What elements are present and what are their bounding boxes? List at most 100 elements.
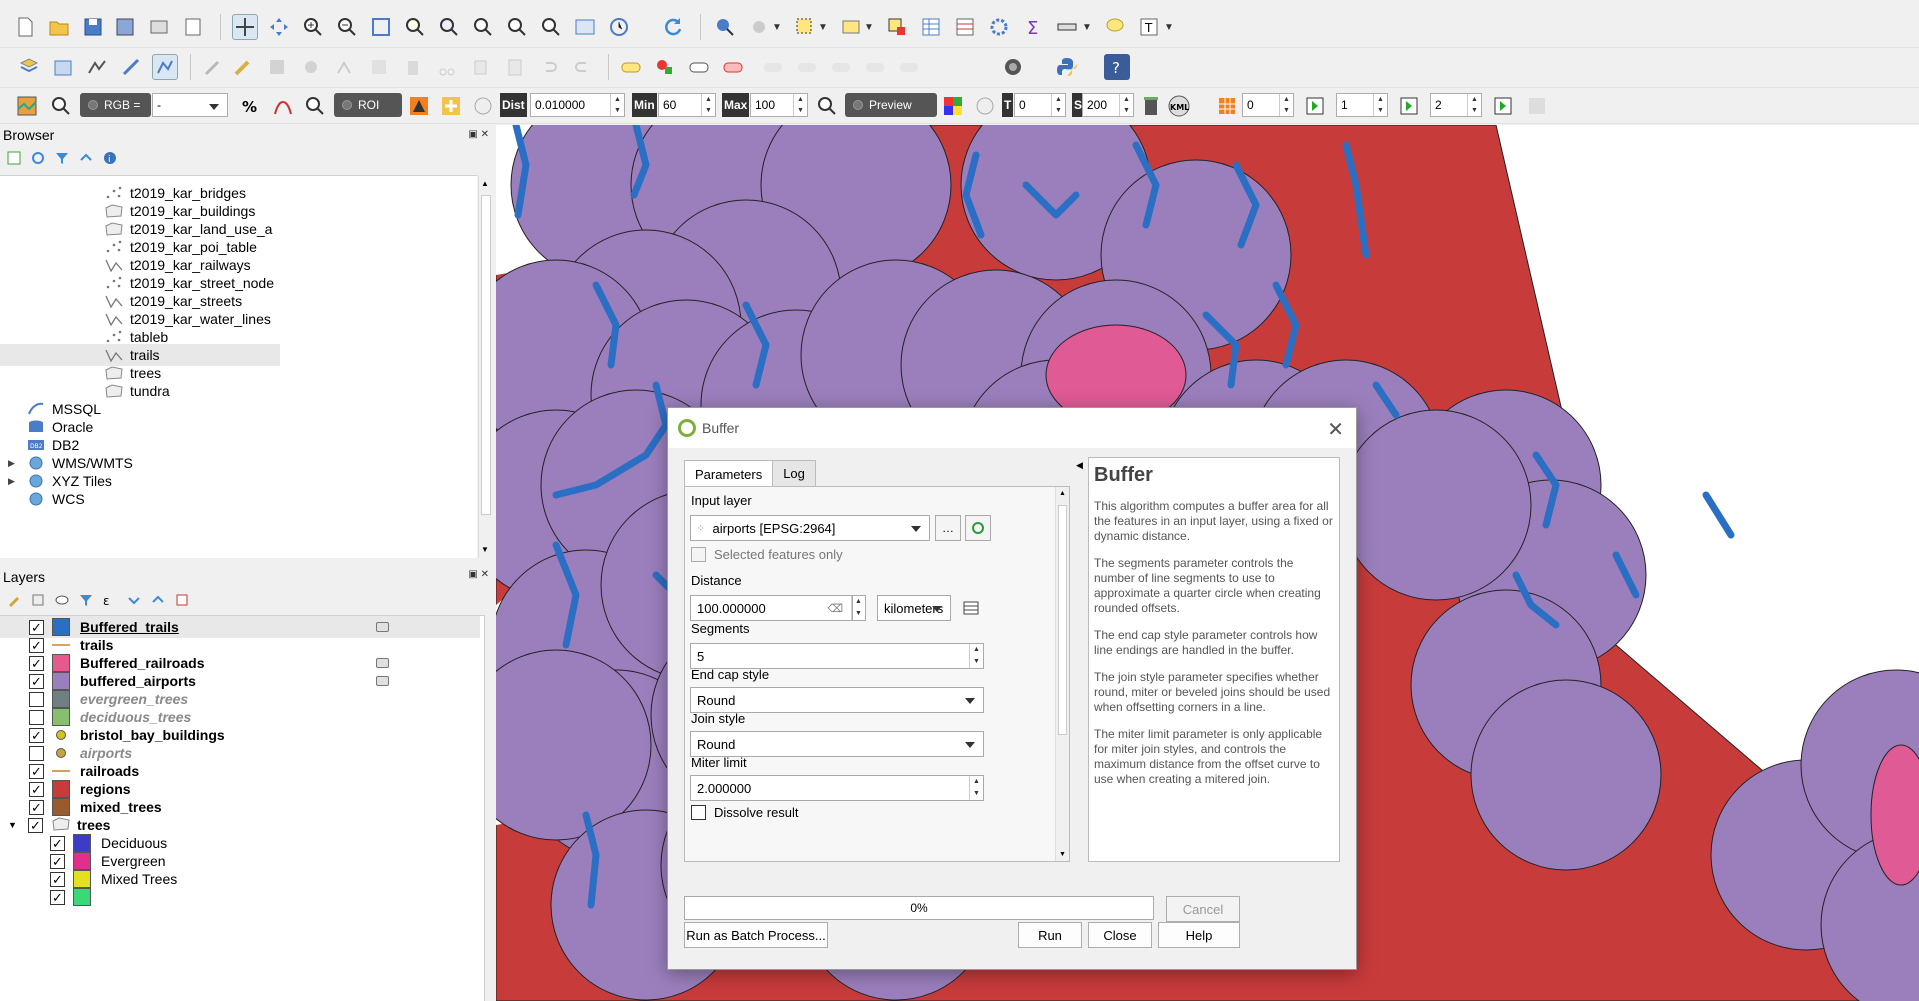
layer-visibility-checkbox[interactable] bbox=[29, 709, 44, 725]
layer-visibility-checkbox[interactable] bbox=[29, 655, 44, 671]
parameters-scrollbar[interactable]: ▲ ▼ bbox=[1055, 487, 1069, 861]
end-cap-combo[interactable]: Round bbox=[690, 687, 984, 713]
show-hide-labels-icon[interactable] bbox=[760, 54, 786, 80]
s-spinbox[interactable]: 200 ▲ ▼ bbox=[1082, 93, 1134, 117]
close-button[interactable]: Close bbox=[1088, 922, 1152, 948]
layer-visibility-checkbox[interactable] bbox=[29, 799, 44, 815]
add-group-icon[interactable] bbox=[30, 592, 46, 608]
move-label-icon[interactable] bbox=[794, 54, 820, 80]
pan-to-selection-icon[interactable] bbox=[266, 14, 292, 40]
scp-zoom-input-icon[interactable] bbox=[48, 93, 74, 119]
layer-visibility-checkbox[interactable] bbox=[29, 745, 44, 761]
expand-arrow-icon[interactable]: ▶ bbox=[8, 476, 26, 487]
layout-manager-icon[interactable] bbox=[180, 14, 206, 40]
remove-layer-icon[interactable] bbox=[174, 592, 190, 608]
browser-scrollbar[interactable]: ▲ ▼ bbox=[478, 175, 493, 558]
select-by-value-icon[interactable] bbox=[838, 14, 864, 40]
manage-visibility-icon[interactable] bbox=[54, 592, 70, 608]
cut-features-icon[interactable] bbox=[434, 54, 460, 80]
clear-value-icon[interactable]: ⌫ bbox=[827, 602, 843, 615]
band-calc-icon[interactable] bbox=[1214, 93, 1240, 119]
dialog-close-icon[interactable]: ✕ bbox=[1327, 417, 1344, 442]
save-as-icon[interactable] bbox=[112, 14, 138, 40]
data-source-manager-icon[interactable] bbox=[16, 54, 42, 80]
local-cumulative-stretch-icon[interactable]: % bbox=[238, 93, 264, 119]
run-button[interactable]: Run bbox=[1018, 922, 1082, 948]
zoom-selection-icon[interactable] bbox=[402, 14, 428, 40]
field-calculator-icon[interactable] bbox=[952, 14, 978, 40]
browser-provider-wcs[interactable]: WCS bbox=[0, 488, 85, 510]
category-checkbox[interactable] bbox=[50, 853, 65, 869]
distance-input[interactable]: 100.000000 ⌫ bbox=[690, 595, 852, 621]
label-toolbar-icon[interactable] bbox=[618, 54, 644, 80]
refresh-icon[interactable] bbox=[660, 14, 686, 40]
rotate-label-icon[interactable] bbox=[828, 54, 854, 80]
layers-panel-controls[interactable]: ▣ ✕ bbox=[468, 569, 489, 580]
add-feature-icon[interactable] bbox=[298, 54, 324, 80]
copy-features-icon[interactable] bbox=[468, 54, 494, 80]
layer-visibility-checkbox[interactable] bbox=[29, 691, 44, 707]
pin-labels-icon[interactable] bbox=[720, 54, 746, 80]
layer-indicator-icon[interactable] bbox=[376, 676, 389, 686]
activate-roi-pointer-icon[interactable] bbox=[438, 93, 464, 119]
cancel-button[interactable]: Cancel bbox=[1166, 896, 1240, 922]
measure-line-icon[interactable] bbox=[1054, 14, 1080, 40]
open-project-icon[interactable] bbox=[46, 14, 72, 40]
layer-visibility-checkbox[interactable] bbox=[29, 619, 44, 635]
redo-preview-icon[interactable] bbox=[972, 93, 998, 119]
min-spinbox[interactable]: 60 ▲ ▼ bbox=[658, 93, 716, 117]
rule-labels-icon[interactable] bbox=[896, 54, 922, 80]
zoom-to-roi-icon[interactable] bbox=[302, 93, 328, 119]
temporal-controller-icon[interactable] bbox=[606, 14, 632, 40]
tab-log[interactable]: Log bbox=[772, 460, 816, 486]
zoom-next-icon[interactable] bbox=[538, 14, 564, 40]
georeferencer-icon[interactable] bbox=[1000, 54, 1026, 80]
current-edits-icon[interactable] bbox=[200, 54, 226, 80]
join-style-combo[interactable]: Round bbox=[690, 731, 984, 757]
layer-visibility-checkbox[interactable] bbox=[29, 637, 44, 653]
distance-unit-combo[interactable]: kilometers bbox=[877, 595, 951, 621]
iterate-features-icon[interactable] bbox=[965, 515, 991, 541]
run-batch-button[interactable]: Run as Batch Process... bbox=[684, 922, 828, 948]
toggle-editing-icon[interactable] bbox=[230, 54, 256, 80]
undo-icon[interactable] bbox=[536, 54, 562, 80]
layer-indicator-icon[interactable] bbox=[376, 658, 389, 668]
expand-arrow-icon[interactable]: ▶ bbox=[8, 458, 26, 469]
redo-roi-icon[interactable] bbox=[470, 93, 496, 119]
pan-map-icon[interactable] bbox=[232, 14, 258, 40]
tab-parameters[interactable]: Parameters bbox=[684, 460, 774, 487]
layer-indicator-icon[interactable] bbox=[376, 622, 389, 632]
expand-all-icon[interactable] bbox=[126, 592, 142, 608]
save-edits-icon[interactable] bbox=[264, 54, 290, 80]
category-checkbox[interactable] bbox=[50, 871, 65, 887]
zoom-native-icon[interactable] bbox=[470, 14, 496, 40]
trees-category-row[interactable] bbox=[0, 886, 101, 908]
redo-icon[interactable] bbox=[570, 54, 596, 80]
spin-a[interactable]: 0 ▲ ▼ bbox=[1242, 93, 1294, 117]
miter-limit-input[interactable]: 2.000000 ▲ ▼ bbox=[690, 775, 984, 801]
change-label-icon[interactable] bbox=[862, 54, 888, 80]
actions-icon[interactable] bbox=[746, 14, 772, 40]
add-delimited-text-icon[interactable] bbox=[118, 54, 144, 80]
category-checkbox[interactable] bbox=[50, 835, 65, 851]
rgb-select[interactable]: - bbox=[152, 93, 228, 117]
new-project-icon[interactable] bbox=[12, 14, 38, 40]
collapse-all-layers-icon[interactable] bbox=[150, 592, 166, 608]
new-map-view-icon[interactable] bbox=[572, 14, 598, 40]
browser-panel-controls[interactable]: ▣ ✕ bbox=[468, 129, 489, 140]
add-layer-icon[interactable] bbox=[6, 150, 22, 166]
collapse-all-icon[interactable] bbox=[78, 150, 94, 166]
python-console-icon[interactable] bbox=[1054, 54, 1080, 80]
filter-expression-icon[interactable]: ε bbox=[102, 592, 118, 608]
go-next-a-icon[interactable] bbox=[1302, 93, 1328, 119]
diagram-options-icon[interactable] bbox=[652, 54, 678, 80]
remove-temp-files-icon[interactable] bbox=[1138, 93, 1164, 119]
statistical-summary-icon[interactable]: Σ bbox=[1020, 14, 1046, 40]
select-features-icon[interactable] bbox=[792, 14, 818, 40]
print-layout-icon[interactable] bbox=[146, 14, 172, 40]
digitize-layer-icon[interactable] bbox=[152, 54, 178, 80]
go-next-b-icon[interactable] bbox=[1396, 93, 1422, 119]
refresh-browser-icon[interactable] bbox=[30, 150, 46, 166]
text-annotation-icon[interactable]: T bbox=[1136, 14, 1162, 40]
layer-visibility-checkbox[interactable] bbox=[28, 817, 43, 833]
